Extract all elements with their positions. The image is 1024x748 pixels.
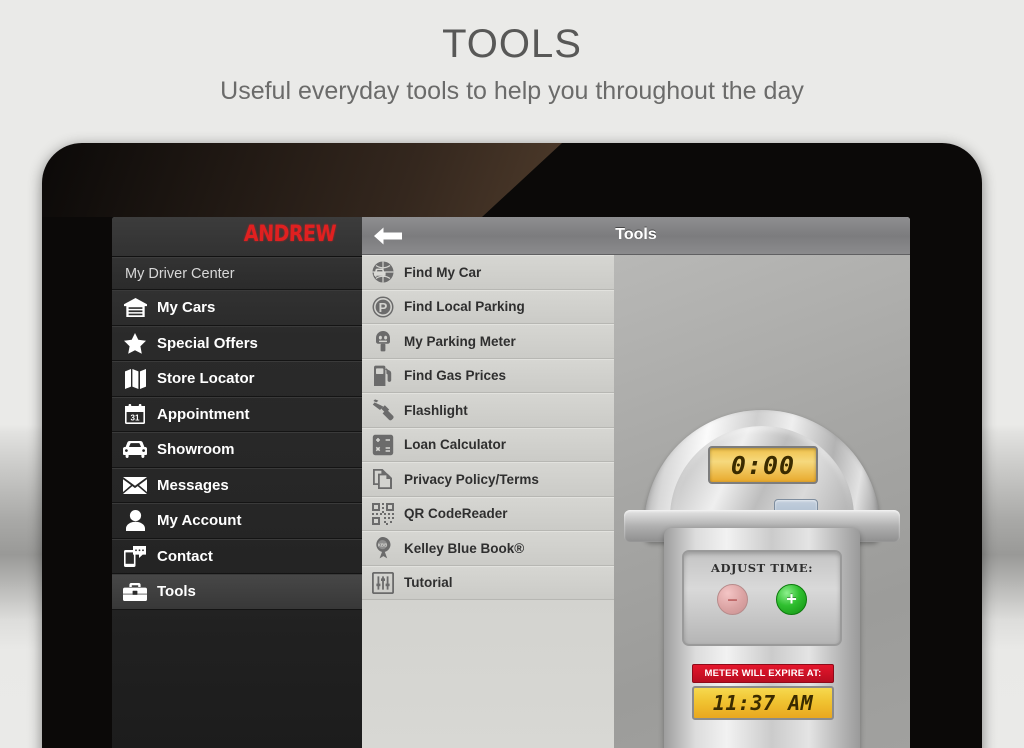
calculator-icon <box>371 433 395 457</box>
meter-adjust-label: ADJUST TIME: <box>710 561 814 575</box>
tool-item-label: Find My Car <box>404 264 482 280</box>
garage-icon <box>122 296 148 320</box>
tool-item-label: My Parking Meter <box>404 333 516 349</box>
page-title-topbar: Tools <box>615 226 657 243</box>
flashlight-icon <box>371 398 395 422</box>
sidebar-item-label: My Cars <box>157 299 216 317</box>
tablet-device: ANDREW My Driver Center My Cars Special … <box>42 143 982 748</box>
tool-item-label: Kelley Blue Book® <box>404 540 525 556</box>
sidebar-item-label: Contact <box>157 547 213 565</box>
bezel-reflection <box>42 143 562 217</box>
tool-item-find-my-car[interactable]: Find My Car <box>362 255 614 290</box>
tools-list-panel: Find My Car P Find Local Parking My Park… <box>362 217 614 748</box>
top-navigation-bar: Tools <box>362 217 910 255</box>
sidebar-section-header: My Driver Center <box>112 257 362 290</box>
sidebar-item-label: Store Locator <box>157 370 255 388</box>
parking-meter-graphic: 0:00 START ADJUST TIME: – + <box>622 410 902 748</box>
sidebar: ANDREW My Driver Center My Cars Special … <box>112 217 362 748</box>
meter-expire-label-text: METER WILL EXPIRE AT: <box>704 668 822 679</box>
brand-logo-bar: ANDREW <box>112 217 362 257</box>
car-globe-icon <box>371 260 395 284</box>
meter-adjust-panel: ADJUST TIME: – + <box>682 550 842 646</box>
tool-item-label: Tutorial <box>404 575 453 591</box>
toolbox-icon <box>122 580 148 604</box>
svg-text:P: P <box>379 300 388 315</box>
sidebar-item-label: Messages <box>157 476 229 494</box>
meter-decrease-button[interactable]: – <box>717 584 748 615</box>
tool-item-qr-codereader[interactable]: QR CodeReader <box>362 496 614 531</box>
sidebar-item-my-cars[interactable]: My Cars <box>112 290 362 326</box>
meter-plus-label: + <box>786 589 797 609</box>
tool-item-label: QR CodeReader <box>404 506 508 522</box>
tool-item-label: Loan Calculator <box>404 437 507 453</box>
sidebar-item-label: Special Offers <box>157 334 258 352</box>
meter-time-value: 0:00 <box>730 450 796 480</box>
car-icon <box>122 438 148 462</box>
sidebar-item-label: Tools <box>157 583 196 601</box>
sidebar-item-contact[interactable]: Contact <box>112 538 362 574</box>
tool-item-privacy-policy-terms[interactable]: Privacy Policy/Terms <box>362 462 614 497</box>
sidebar-item-showroom[interactable]: Showroom <box>112 432 362 468</box>
kbb-badge-icon: KBB <box>371 536 395 560</box>
tool-item-my-parking-meter[interactable]: My Parking Meter <box>362 324 614 359</box>
tools-list: Find My Car P Find Local Parking My Park… <box>362 255 614 748</box>
meter-expire-banner: METER WILL EXPIRE AT: <box>692 664 834 683</box>
page-subtitle: Useful everyday tools to help you throug… <box>220 77 804 105</box>
svg-text:31: 31 <box>131 414 140 423</box>
page-title: TOOLS <box>442 22 582 66</box>
sidebar-item-store-locator[interactable]: Store Locator <box>112 361 362 397</box>
sidebar-item-appointment[interactable]: 31 Appointment <box>112 396 362 432</box>
sliders-icon <box>371 571 395 595</box>
tool-item-label: Find Gas Prices <box>404 368 507 384</box>
documents-icon <box>371 467 395 491</box>
brand-logo: ANDREW <box>243 221 337 247</box>
tool-item-flashlight[interactable]: Flashlight <box>362 393 614 428</box>
tablet-screen: ANDREW My Driver Center My Cars Special … <box>112 217 910 748</box>
meter-minus-label: – <box>727 589 738 609</box>
tool-item-kelley-blue-book[interactable]: KBB Kelley Blue Book® <box>362 531 614 566</box>
tool-item-find-local-parking[interactable]: P Find Local Parking <box>362 289 614 324</box>
tools-list-filler <box>362 600 614 748</box>
map-icon <box>122 367 148 391</box>
tool-item-label: Find Local Parking <box>404 299 525 315</box>
tool-item-label: Flashlight <box>404 402 468 418</box>
meter-adjust-buttons: – + <box>684 584 840 615</box>
sidebar-item-tools[interactable]: Tools <box>112 574 362 610</box>
sidebar-item-label: My Account <box>157 512 242 530</box>
meter-expire-time-value: 11:37 AM <box>712 691 814 715</box>
sidebar-item-label: Appointment <box>157 405 250 423</box>
tool-item-label: Privacy Policy/Terms <box>404 471 539 487</box>
star-icon <box>122 331 148 355</box>
parking-p-icon: P <box>371 295 395 319</box>
parking-meter-detail-panel: 0:00 START ADJUST TIME: – + <box>614 255 910 748</box>
person-icon <box>122 509 148 533</box>
calendar-icon: 31 <box>122 402 148 426</box>
sidebar-item-my-account[interactable]: My Account <box>112 503 362 539</box>
meter-increase-button[interactable]: + <box>776 584 807 615</box>
parking-meter-icon <box>371 329 395 353</box>
gas-pump-icon <box>371 364 395 388</box>
svg-text:KBB: KBB <box>378 543 388 548</box>
tool-item-loan-calculator[interactable]: Loan Calculator <box>362 427 614 462</box>
page-header: TOOLS Useful everyday tools to help you … <box>0 0 1024 140</box>
tool-item-find-gas-prices[interactable]: Find Gas Prices <box>362 358 614 393</box>
meter-time-display: 0:00 <box>708 446 818 484</box>
phone-chat-icon <box>122 544 148 568</box>
qr-code-icon <box>371 502 395 526</box>
envelope-icon <box>122 473 148 497</box>
tool-item-tutorial[interactable]: Tutorial <box>362 565 614 600</box>
meter-expire-time-display: 11:37 AM <box>692 686 834 720</box>
sidebar-item-messages[interactable]: Messages <box>112 467 362 503</box>
meter-body: ADJUST TIME: – + METER WILL EXPIRE AT: 1… <box>664 528 860 748</box>
sidebar-item-label: Showroom <box>157 441 235 459</box>
sidebar-item-special-offers[interactable]: Special Offers <box>112 325 362 361</box>
